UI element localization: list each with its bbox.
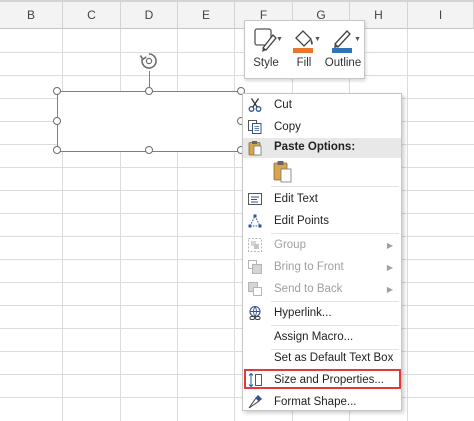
submenu-arrow-icon: ▶ (386, 262, 393, 272)
shape-style-icon: ▼ (252, 26, 283, 54)
grid-line (62, 29, 63, 421)
column-header-c[interactable]: C (63, 2, 121, 29)
resize-handle-top[interactable] (145, 87, 153, 95)
menu-item-label: Set as Default Text Box (274, 352, 394, 364)
menu-item-label: Format Shape... (274, 396, 357, 408)
highlight-annotation-box (244, 369, 401, 389)
column-label: I (438, 8, 443, 22)
outline-label: Outline (324, 57, 362, 69)
menu-item-label: Cut (274, 99, 292, 111)
menu-item-cut[interactable]: Cut (243, 94, 401, 116)
copy-icon (247, 119, 263, 135)
menu-item-hyperlink[interactable]: Hyperlink... (243, 302, 401, 324)
column-header-i[interactable]: I (408, 2, 474, 29)
paint-bucket-icon: ▼ (290, 26, 321, 54)
grid-line (0, 282, 474, 283)
column-header-e[interactable]: E (178, 2, 235, 29)
edit-points-icon (247, 213, 263, 229)
resize-handle-bottom-left[interactable] (53, 146, 61, 154)
resize-handle-top-left[interactable] (53, 87, 61, 95)
menu-item-copy[interactable]: Copy (243, 116, 401, 138)
grid-line (120, 29, 121, 421)
text-box-icon (247, 191, 263, 207)
chevron-down-icon: ▼ (276, 36, 283, 43)
grid-line (0, 397, 474, 398)
chevron-down-icon: ▼ (354, 36, 361, 43)
column-header-b[interactable]: B (0, 2, 63, 29)
column-label: E (201, 8, 210, 22)
group-icon (247, 237, 263, 253)
menu-item-label: Assign Macro... (274, 331, 354, 343)
resize-handle-bottom[interactable] (145, 146, 153, 154)
format-shape-icon (247, 394, 263, 410)
style-button[interactable]: ▼ Style (247, 21, 285, 78)
menu-item-label: Edit Points (274, 215, 329, 227)
menu-item-edit-text[interactable]: Edit Text (243, 188, 401, 210)
paste-clipboard-icon (273, 161, 292, 183)
menu-item-label: Edit Text (274, 193, 318, 205)
grid-line (0, 236, 474, 237)
pen-outline-icon: ▼ (329, 26, 361, 54)
paste-options-header: Paste Options: (243, 138, 401, 158)
column-label: D (144, 8, 154, 22)
grid-line (0, 328, 474, 329)
column-label: B (26, 8, 35, 22)
submenu-arrow-icon: ▶ (386, 284, 393, 294)
menu-item-assign-macro[interactable]: Assign Macro... (243, 326, 401, 348)
menu-item-label: Send to Back (274, 283, 343, 295)
chevron-down-icon: ▼ (314, 36, 321, 43)
submenu-arrow-icon: ▶ (386, 240, 393, 250)
grid-line (0, 52, 474, 53)
menu-item-label: Bring to Front (274, 261, 344, 273)
menu-item-group[interactable]: Group ▶ (243, 234, 401, 256)
grid-line (0, 213, 474, 214)
grid-line (407, 29, 408, 421)
paste-options-label: Paste Options: (274, 141, 356, 153)
grid-line (234, 29, 235, 421)
column-header-d[interactable]: D (121, 2, 178, 29)
resize-handle-left[interactable] (53, 117, 61, 125)
column-label: C (87, 8, 96, 22)
mini-toolbar: ▼ Style ▼ Fill ▼ Outline (244, 20, 365, 79)
style-label: Style (253, 57, 279, 69)
grid-line (0, 351, 474, 352)
menu-separator (271, 186, 399, 187)
scissors-icon (247, 97, 263, 113)
context-menu: Cut Copy Paste Options: Edit Text Edit P… (242, 93, 402, 411)
menu-item-bring-to-front[interactable]: Bring to Front ▶ (243, 256, 401, 278)
grid-line (0, 167, 474, 168)
menu-item-edit-points[interactable]: Edit Points (243, 210, 401, 232)
spreadsheet-grid[interactable]: B C D E F G H I (0, 0, 474, 421)
menu-item-label: Group (274, 239, 306, 251)
outline-button[interactable]: ▼ Outline (322, 21, 364, 78)
menu-item-send-to-back[interactable]: Send to Back ▶ (243, 278, 401, 300)
fill-label: Fill (296, 57, 312, 69)
column-label: H (374, 8, 383, 22)
rotate-handle-icon[interactable] (139, 51, 159, 71)
grid-line (0, 374, 474, 375)
menu-item-set-default-text-box[interactable]: Set as Default Text Box (243, 347, 401, 369)
grid-line (0, 75, 474, 76)
grid-line (0, 259, 474, 260)
menu-item-label: Hyperlink... (274, 307, 332, 319)
hyperlink-globe-icon (247, 305, 263, 321)
grid-line (0, 305, 474, 306)
clipboard-icon (247, 140, 263, 156)
grid-line (177, 29, 178, 421)
menu-item-format-shape[interactable]: Format Shape... (243, 391, 401, 413)
menu-item-label: Copy (274, 121, 301, 133)
send-to-back-icon (247, 281, 263, 297)
paste-keep-source-button[interactable] (271, 160, 295, 184)
grid-line (0, 190, 474, 191)
fill-button[interactable]: ▼ Fill (286, 21, 322, 78)
bring-to-front-icon (247, 259, 263, 275)
selected-rectangle-shape[interactable] (57, 91, 243, 152)
